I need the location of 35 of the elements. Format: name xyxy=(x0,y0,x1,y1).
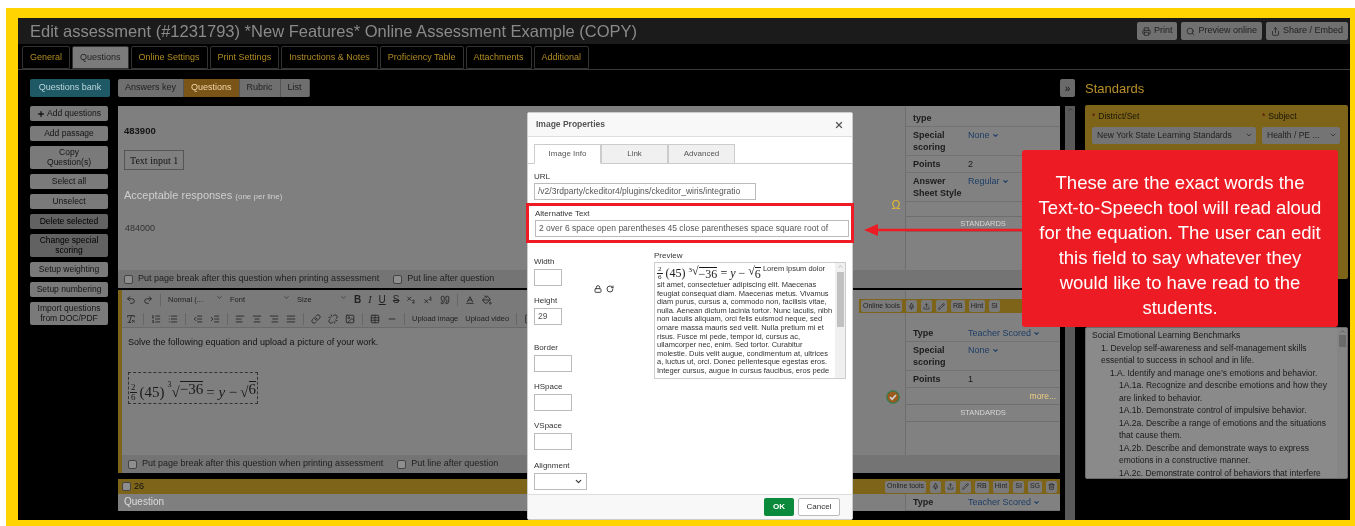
field-label: URL xyxy=(534,172,551,182)
field-label: HSpace xyxy=(534,382,563,392)
question-prompt: Solve the following equation and upload a picture of your work. xyxy=(128,336,379,349)
answer-text: 483900 xyxy=(124,124,156,138)
field-label: Special scoring xyxy=(913,344,947,368)
field-label: Preview xyxy=(654,251,684,261)
required-mark: * xyxy=(1262,110,1266,123)
field-label: VSpace xyxy=(534,421,563,431)
option-label: Put page break after this question when printing assessment xyxy=(142,457,384,471)
field-label: District/Set xyxy=(1098,110,1140,123)
response-text: 484000 xyxy=(125,221,156,235)
option-label: Put page break after this question when printing assessment xyxy=(138,272,380,286)
field-label: Height xyxy=(534,296,558,306)
field-label: Alignment xyxy=(534,461,570,471)
option-label: Put line after question xyxy=(407,272,495,286)
responses-label: Acceptable responses (one per line) xyxy=(124,188,283,204)
field-value: 1 xyxy=(968,373,973,385)
field-label: Special scoring xyxy=(913,129,947,153)
page-title: Edit assessment (#1231793) *New Features* Online Assessment Example (COPY) xyxy=(30,20,638,42)
field-label: Border xyxy=(534,343,558,353)
field-label: Type xyxy=(913,327,935,339)
field-label: Type xyxy=(913,496,935,508)
option-label: Put line after question xyxy=(411,457,499,471)
question-number: 26 xyxy=(134,479,144,493)
field-label: Width xyxy=(534,257,556,267)
field-label: Alternative Text xyxy=(535,209,591,219)
dialog-title: Image Properties xyxy=(536,118,605,131)
field-label: Answer Sheet Style xyxy=(913,175,963,199)
field-value: 2 xyxy=(968,158,973,170)
field-label: type xyxy=(913,112,933,124)
field-label: Points xyxy=(913,373,942,385)
standards-title: Standards xyxy=(1085,80,1146,97)
required-mark: * xyxy=(1092,110,1096,123)
field-label: Points xyxy=(913,158,942,170)
field-label: Subject xyxy=(1268,110,1297,123)
